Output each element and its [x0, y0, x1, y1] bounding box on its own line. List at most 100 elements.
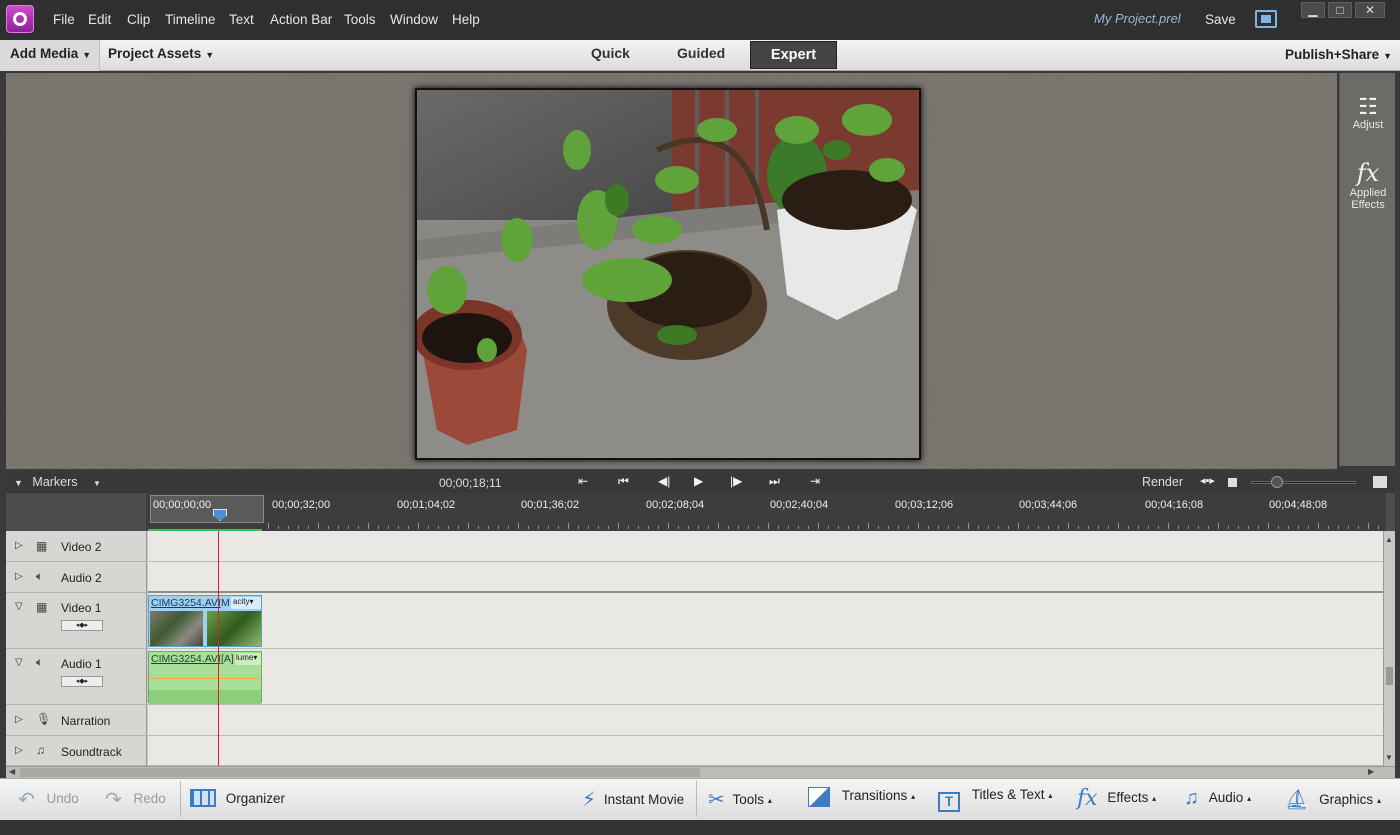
playhead-line[interactable]: [218, 531, 219, 766]
ruler-tick: [418, 523, 419, 529]
scroll-left-icon[interactable]: ◀: [9, 767, 15, 776]
track-lane-video-1[interactable]: CIMG3254.AVI M acity▾: [148, 593, 1383, 649]
fullscreen-icon[interactable]: [1255, 10, 1277, 28]
track-lane-narration[interactable]: [148, 705, 1383, 736]
zoom-slider[interactable]: [1251, 481, 1356, 484]
tools-button[interactable]: ✂︎ Tools ▴: [708, 787, 772, 812]
zoom-slider-handle[interactable]: [1271, 476, 1283, 488]
render-button[interactable]: Render: [1142, 475, 1183, 489]
menu-edit[interactable]: Edit: [88, 12, 111, 27]
graphics-button[interactable]: ⛵︎ Graphics ▴: [1284, 787, 1381, 812]
effects-button[interactable]: fx Effects ▴: [1077, 786, 1156, 811]
ruler-tick: [1258, 526, 1259, 529]
adjust-button[interactable]: ☷ Adjust: [1340, 95, 1396, 132]
track-header-soundtrack[interactable]: ▷ ♫ Soundtrack: [6, 736, 147, 766]
scroll-down-icon[interactable]: ▼: [1385, 753, 1393, 762]
add-media-button[interactable]: Add Media ▼: [0, 40, 100, 71]
menu-file[interactable]: File: [53, 12, 75, 27]
audio-clip[interactable]: CIMG3254.AVI [A] lume▾: [148, 651, 262, 704]
organizer-button[interactable]: Organizer: [190, 789, 285, 807]
project-name: My Project.prel: [1094, 11, 1181, 26]
collapse-triangle-icon[interactable]: ▽: [15, 601, 23, 612]
ruler-tick: [468, 523, 469, 529]
ruler-tick: [428, 526, 429, 529]
scroll-thumb[interactable]: [20, 768, 700, 777]
tab-expert[interactable]: Expert: [750, 41, 837, 69]
markers-dropdown[interactable]: ▼ Markers ▼: [14, 475, 101, 489]
track-header-audio-1[interactable]: ▽ 🔈︎ Audio 1 ◂◆▸: [6, 649, 147, 705]
menu-help[interactable]: Help: [452, 12, 480, 27]
audio-clip-label: CIMG3254.AVI: [151, 653, 221, 665]
transitions-button[interactable]: Transitions ▴: [808, 787, 915, 807]
go-to-in-icon[interactable]: ⇤: [578, 474, 588, 488]
vertical-scrollbar[interactable]: ▲ ▼: [1383, 531, 1395, 766]
track-header-video-1[interactable]: ▽ ▦ Video 1 ◂◆▸: [6, 593, 147, 649]
ruler-tick: [808, 526, 809, 529]
menu-window[interactable]: Window: [390, 12, 438, 27]
volume-line[interactable]: [149, 678, 261, 679]
volume-dropdown[interactable]: lume▾: [235, 653, 261, 665]
instant-movie-button[interactable]: ⚡︎ Instant Movie: [582, 787, 684, 812]
save-button[interactable]: Save: [1205, 12, 1236, 27]
ruler-tick: [1068, 523, 1069, 529]
ruler-tick: [1028, 526, 1029, 529]
track-lane-soundtrack[interactable]: [148, 736, 1383, 766]
maximize-button[interactable]: □: [1328, 2, 1352, 18]
ruler-tick: [398, 526, 399, 529]
expand-triangle-icon[interactable]: ▷: [15, 540, 23, 551]
scroll-right-icon[interactable]: ▶: [1368, 767, 1374, 776]
ruler-tick: [338, 526, 339, 529]
menu-tools[interactable]: Tools: [344, 12, 376, 27]
tab-guided[interactable]: Guided: [677, 45, 725, 61]
opacity-dropdown[interactable]: acity▾: [231, 597, 261, 609]
opacity-dropdown-label: acity: [233, 597, 250, 606]
scroll-up-icon[interactable]: ▲: [1385, 535, 1393, 544]
ruler-tick: [1308, 526, 1309, 529]
expand-triangle-icon[interactable]: ▷: [15, 745, 23, 756]
redo-button[interactable]: ↷ Redo: [105, 787, 166, 812]
step-back-icon[interactable]: ◀︎|: [658, 474, 670, 488]
close-button[interactable]: ✕: [1355, 2, 1385, 18]
zoom-in-icon[interactable]: [1373, 476, 1387, 488]
track-lane-audio-1[interactable]: CIMG3254.AVI [A] lume▾: [148, 649, 1383, 705]
menu-clip[interactable]: Clip: [127, 12, 150, 27]
titles-text-button[interactable]: T Titles & Text ▴: [938, 787, 1052, 812]
go-to-out-icon[interactable]: ⇥: [810, 474, 820, 488]
step-forward-icon[interactable]: |▶︎: [730, 474, 742, 488]
expand-triangle-icon[interactable]: ▷: [15, 571, 23, 582]
keyframe-nav-icon[interactable]: ◂◆▸: [61, 676, 103, 687]
play-icon[interactable]: ▶: [694, 474, 703, 488]
publish-share-button[interactable]: Publish+Share ▼: [1285, 47, 1392, 62]
ruler-tick: [328, 526, 329, 529]
ruler-tick: [1058, 526, 1059, 529]
skip-forward-icon[interactable]: ⏭: [769, 474, 780, 489]
menu-text[interactable]: Text: [229, 12, 254, 27]
audio-button[interactable]: ♫ Audio ▴: [1184, 787, 1251, 810]
collapse-triangle-icon[interactable]: ▽: [15, 657, 23, 668]
keyframe-nav-icon[interactable]: ◂◆▸: [61, 620, 103, 631]
menu-timeline[interactable]: Timeline: [165, 12, 216, 27]
track-header-narration[interactable]: ▷ 🎙︎ Narration: [6, 705, 147, 736]
track-lane-video-2[interactable]: [148, 531, 1383, 562]
video-preview[interactable]: [415, 88, 921, 460]
time-ruler[interactable]: 00;00;00;00 00;00;32;00 00;01;04;02 00;0…: [6, 493, 1395, 531]
fit-timeline-icon[interactable]: ◂▪▸: [1200, 474, 1215, 487]
tab-quick[interactable]: Quick: [591, 45, 630, 61]
track-header-video-2[interactable]: ▷ ▦ Video 2: [6, 531, 147, 562]
ruler-label: 00;03;12;06: [895, 499, 954, 511]
ruler-tick: [618, 523, 619, 529]
track-header-audio-2[interactable]: ▷ 🔈︎ Audio 2: [6, 562, 147, 593]
expand-triangle-icon[interactable]: ▷: [15, 714, 23, 725]
skip-back-icon[interactable]: ⏮: [618, 474, 629, 489]
minimize-button[interactable]: ▁: [1301, 2, 1325, 18]
menu-action-bar[interactable]: Action Bar: [270, 12, 332, 27]
scroll-thumb[interactable]: [1386, 667, 1393, 685]
effects-label: Effects: [1107, 790, 1149, 805]
horizontal-scrollbar[interactable]: ◀ ▶: [6, 766, 1395, 778]
video-clip[interactable]: CIMG3254.AVI M acity▾: [148, 595, 262, 647]
project-assets-button[interactable]: Project Assets ▼: [108, 46, 214, 61]
zoom-out-icon[interactable]: [1228, 478, 1237, 487]
undo-button[interactable]: ↶ Undo: [18, 787, 79, 812]
applied-effects-button[interactable]: fx Applied Effects: [1340, 159, 1396, 211]
track-lane-audio-2[interactable]: [148, 562, 1383, 593]
